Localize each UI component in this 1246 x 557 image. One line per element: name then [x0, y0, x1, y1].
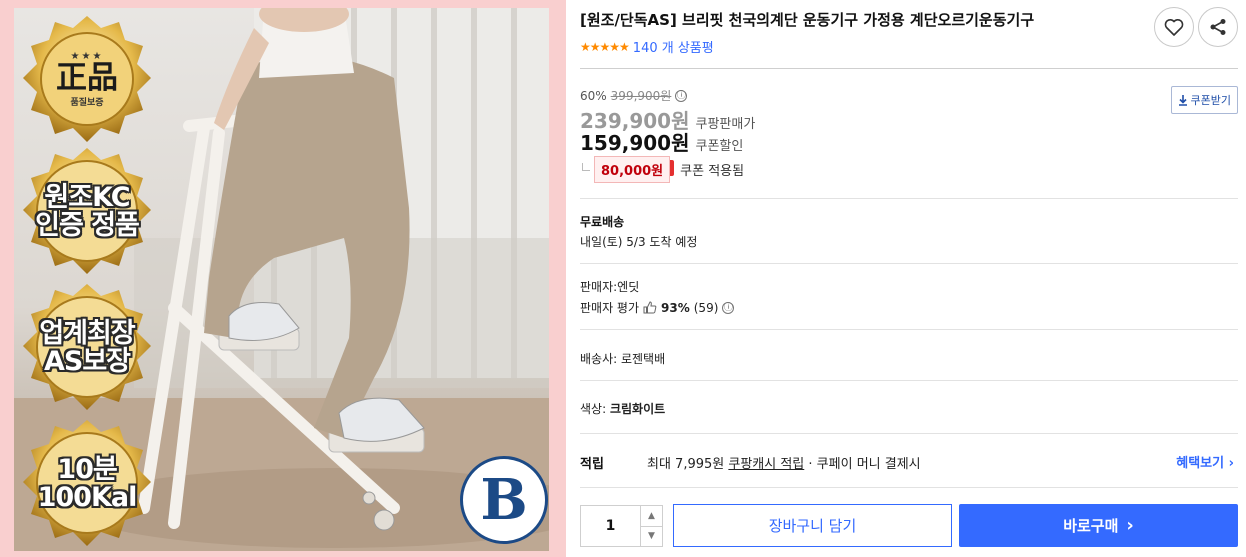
- download-icon: [1178, 94, 1187, 106]
- badge-line1: 10분: [57, 453, 117, 485]
- info-icon[interactable]: ⓘ: [675, 89, 688, 102]
- product-rating: ★★★★★ 140 개 상품평: [580, 37, 714, 57]
- kc-certified-badge: 원조KC 인증 정품: [17, 146, 157, 278]
- badge-sub-text: 품질보증: [70, 97, 104, 108]
- reward-condition: · 쿠페이 머니 결제시: [808, 457, 921, 472]
- chevron-right-icon: ›: [1126, 515, 1134, 536]
- badge-line2: 100Kal: [37, 482, 138, 513]
- coupon-applied-text: 쿠폰 적용됨: [680, 164, 745, 179]
- reward-text: 최대 7,995원 쿠팡캐시 적립 · 쿠페이 머니 결제시: [647, 453, 921, 472]
- seller-name[interactable]: 판매자:엔딧: [580, 278, 639, 295]
- reward-amount: 최대 7,995원: [647, 457, 725, 472]
- coupon-price: 159,900원: [580, 131, 690, 155]
- share-button[interactable]: [1198, 7, 1238, 47]
- as-warranty-badge: 업계최장 AS보장: [17, 282, 157, 414]
- badge-line2: 인증 정품: [35, 210, 140, 241]
- calorie-badge: 10분 100Kal: [17, 418, 157, 550]
- reward-label: 적립: [580, 457, 604, 472]
- product-title: [원조/단독AS] 브리핏 천국의계단 운동기구 가정용 계단오르기운동기구: [580, 11, 1035, 29]
- quantity-stepper[interactable]: 1 ▲ ▼: [580, 505, 663, 547]
- review-count-link[interactable]: 140 개 상품평: [633, 37, 714, 56]
- seller-rating: 판매자 평가 93% (59) ⓘ: [580, 299, 735, 316]
- badge-line1: 원조KC: [44, 181, 130, 213]
- buy-now-label: 바로구매: [1063, 517, 1119, 535]
- price-divider: [580, 198, 1238, 199]
- color-option-value: 크림화이트: [609, 402, 666, 416]
- shipping-divider: [580, 263, 1238, 264]
- buy-now-button[interactable]: 바로구매 ›: [959, 504, 1238, 547]
- coupon-amount-tag: 80,000원: [594, 156, 675, 183]
- benefit-view-link[interactable]: 혜택보기 ›: [1176, 452, 1234, 471]
- tree-corner: [582, 162, 590, 171]
- seller-divider: [580, 329, 1238, 330]
- product-image-panel: ★★★ 正品 품질보증 원조KC 인증 정품 업계최장 AS보장 10분 100…: [0, 0, 566, 557]
- coupon-price-row: 159,900원 쿠폰할인: [580, 127, 743, 156]
- heart-icon: [1164, 19, 1184, 36]
- shipper-divider: [580, 380, 1238, 381]
- seller-rating-count: (59): [693, 300, 719, 315]
- shipping-date: 내일(토) 5/3 도착 예정: [580, 235, 698, 249]
- caret-up-icon[interactable]: ▲: [641, 506, 662, 526]
- color-option[interactable]: 색상: 크림화이트: [580, 400, 665, 417]
- info-icon[interactable]: ⓘ: [722, 301, 735, 314]
- title-divider: [580, 68, 1238, 69]
- color-option-label: 색상:: [580, 402, 610, 416]
- seller-rating-label: 판매자 평가: [580, 301, 640, 315]
- brand-logo: B: [460, 456, 548, 544]
- seller-rating-percent: 93%: [661, 300, 690, 315]
- quantity-arrows: ▲ ▼: [640, 506, 662, 546]
- share-icon: [1210, 19, 1226, 35]
- original-price: 399,900원: [610, 89, 672, 103]
- quantity-input[interactable]: 1: [581, 506, 640, 546]
- product-main-image[interactable]: ★★★ 正品 품질보증 원조KC 인증 정품 업계최장 AS보장 10분 100…: [14, 8, 549, 551]
- thumbs-up-icon: [643, 301, 657, 314]
- coupon-applied-row: 80,000원 쿠폰 적용됨: [580, 156, 744, 183]
- badge-main-text: 正品: [56, 60, 118, 97]
- brand-logo-letter: B: [480, 467, 528, 533]
- shipping-title: 무료배송: [580, 215, 625, 229]
- shipping-company: 배송사: 로젠택배: [580, 352, 666, 366]
- genuine-badge: ★★★ 正品 품질보증: [17, 14, 157, 146]
- badge-line2: AS보장: [43, 346, 131, 377]
- product-info-panel: [원조/단독AS] 브리핏 천국의계단 운동기구 가정용 계단오르기운동기구 ★…: [580, 0, 1238, 557]
- reward-divider: [580, 487, 1238, 488]
- rating-stars-icon: ★★★★★: [580, 39, 630, 54]
- wishlist-button[interactable]: [1154, 7, 1194, 47]
- coupon-download-label: 쿠폰받기: [1190, 94, 1231, 107]
- caret-down-icon[interactable]: ▼: [641, 525, 662, 547]
- add-to-cart-button[interactable]: 장바구니 담기: [673, 504, 952, 547]
- coupang-cash-link[interactable]: 쿠팡캐시 적립: [728, 457, 804, 472]
- coupon-download-button[interactable]: 쿠폰받기: [1170, 86, 1238, 114]
- badge-line1: 업계최장: [39, 317, 135, 349]
- discount-rate: 60%: [580, 88, 607, 103]
- option-divider: [580, 433, 1238, 434]
- coupon-price-label: 쿠폰할인: [695, 139, 744, 154]
- discount-line: 60% 399,900원 ⓘ: [580, 87, 688, 104]
